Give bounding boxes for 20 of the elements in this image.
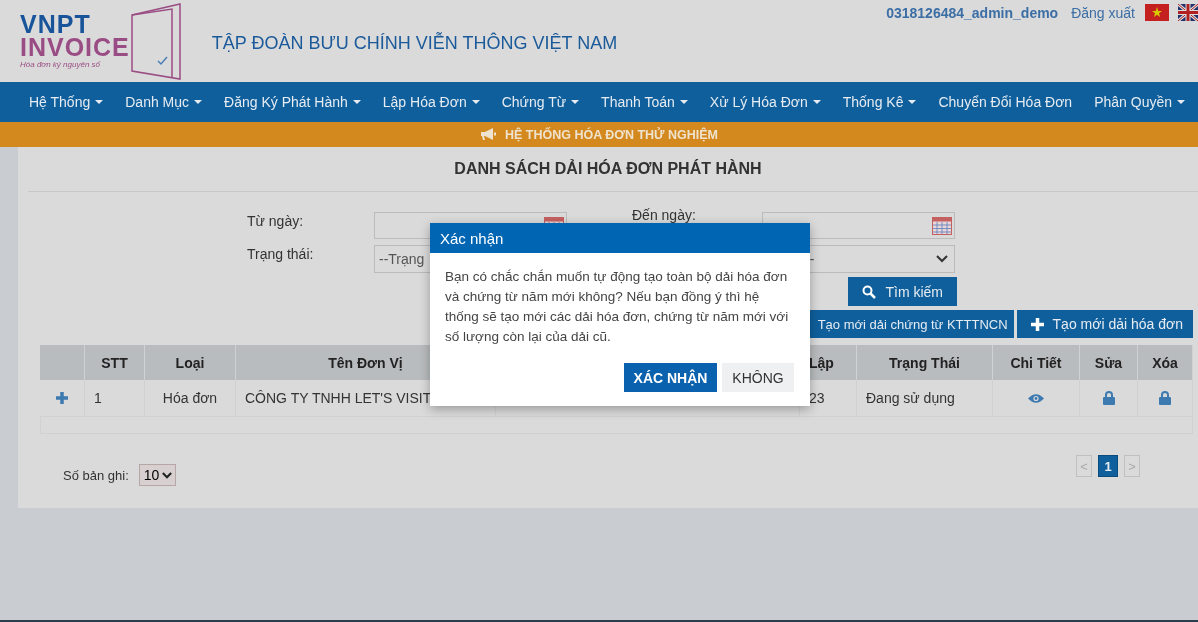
page-title: DANH SÁCH DẢI HÓA ĐƠN PHÁT HÀNH: [28, 147, 1198, 192]
column-header: Chi Tiết: [993, 345, 1080, 380]
column-header: Loại: [145, 345, 236, 380]
dialog-title: Xác nhận: [430, 223, 810, 253]
page-size-label: Số bản ghi:: [63, 467, 129, 483]
column-header: Trạng Thái: [857, 345, 993, 380]
logo-text: INVOICE: [20, 35, 130, 59]
banner-text: HỆ THỐNG HÓA ĐƠN THỬ NGHIỆM: [505, 127, 718, 142]
logo-tagline: Hóa đơn ký nguyên số: [20, 59, 101, 71]
site-title: TẬP ĐOÀN BƯU CHÍNH VIỄN THÔNG VIỆT NAM: [211, 33, 618, 54]
column-header: Sửa: [1080, 345, 1138, 380]
field-label: Đến ngày:: [632, 206, 697, 225]
field-label: Từ ngày:: [247, 212, 305, 231]
column-header: STT: [85, 345, 145, 380]
field-label: Trạng thái:: [247, 245, 315, 264]
column-header: Xóa: [1138, 345, 1193, 380]
table-cell: Đang sử dụng: [857, 380, 993, 417]
table-cell: Hóa đơn: [145, 380, 236, 417]
logo-text: VNPT: [20, 13, 92, 35]
table-cell: 1: [85, 380, 145, 417]
